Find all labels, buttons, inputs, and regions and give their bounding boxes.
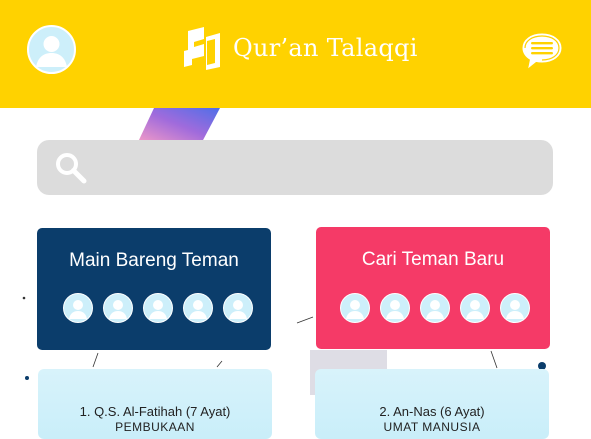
find-new-friends-card[interactable]: Cari Teman Baru — [316, 227, 550, 349]
search-bar[interactable] — [37, 140, 553, 197]
friend-avatar-icon — [340, 293, 370, 323]
friend-avatar-icon — [143, 293, 173, 323]
search-icon[interactable] — [54, 151, 88, 185]
surah-subtitle: UMAT MANUSIA — [383, 420, 481, 434]
user-avatar-icon[interactable] — [27, 25, 76, 74]
surah-subtitle: PEMBUKAAN — [115, 420, 195, 434]
friend-avatars — [63, 293, 253, 323]
surah-title: 2. An-Nas (6 Ayat) — [379, 404, 485, 419]
surah-card-al-fatihah[interactable]: 1. Q.S. Al-Fatihah (7 Ayat) PEMBUKAAN — [38, 369, 272, 439]
friend-avatar-icon — [380, 293, 410, 323]
friend-avatar-icon — [103, 293, 133, 323]
surah-card-an-nas[interactable]: 2. An-Nas (6 Ayat) UMAT MANUSIA — [315, 369, 549, 439]
surah-title: 1. Q.S. Al-Fatihah (7 Ayat) — [79, 404, 231, 419]
card-title: Cari Teman Baru — [361, 249, 505, 270]
friend-avatar-icon — [183, 293, 213, 323]
friend-avatars — [340, 293, 530, 323]
friend-avatar-icon — [460, 293, 490, 323]
friend-avatar-icon — [420, 293, 450, 323]
brand: Qur’an Talaqqi — [182, 24, 418, 72]
app-header: Qur’an Talaqqi — [0, 0, 591, 108]
decorative-streak — [138, 108, 220, 142]
friend-avatar-icon — [223, 293, 253, 323]
quran-talaqqi-logo — [184, 27, 220, 70]
play-with-friends-card[interactable]: Main Bareng Teman — [37, 228, 271, 350]
card-title: Main Bareng Teman — [69, 250, 239, 271]
friend-avatar-icon — [500, 293, 530, 323]
search-input[interactable] — [95, 140, 539, 197]
friend-avatar-icon — [63, 293, 93, 323]
app-title: Qur’an Talaqqi — [233, 34, 418, 62]
chat-bubble-icon[interactable] — [520, 31, 564, 69]
